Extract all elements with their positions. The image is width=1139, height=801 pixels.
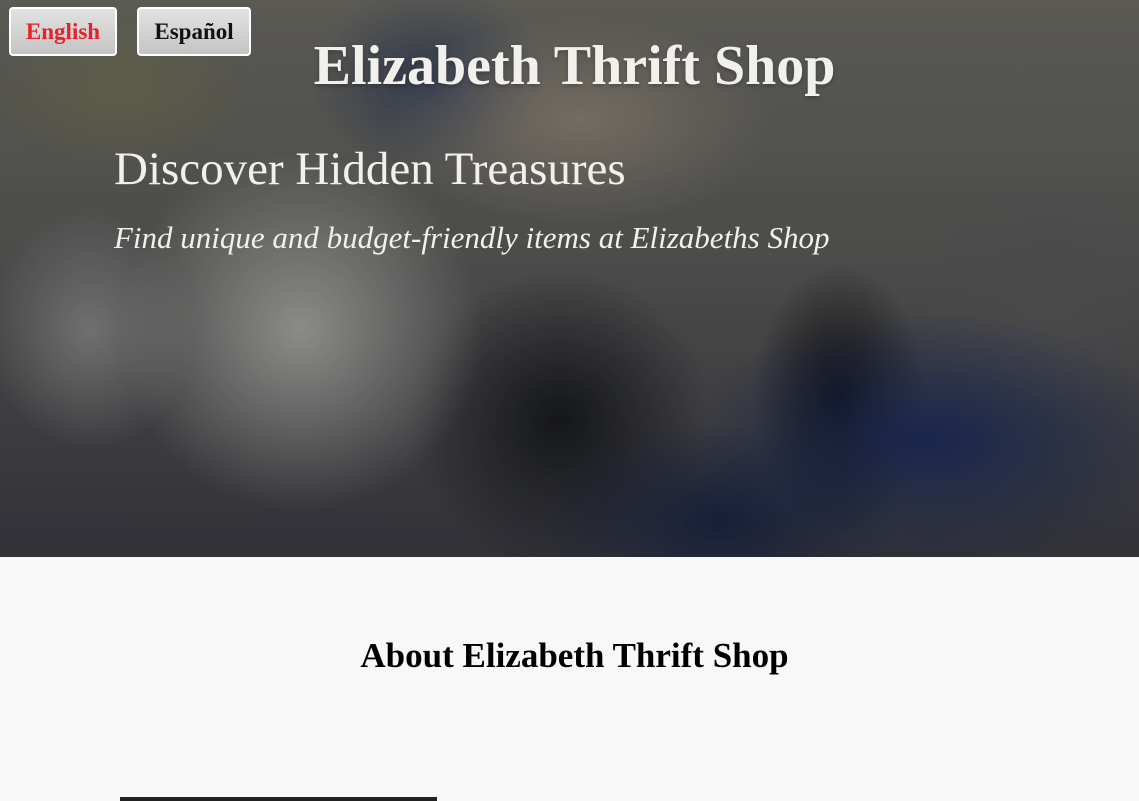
site-title: Elizabeth Thrift Shop xyxy=(313,35,836,97)
hero-subheading: Find unique and budget-friendly items at… xyxy=(114,220,830,255)
hero-section: English Español Elizabeth Thrift Shop Di… xyxy=(0,0,1139,557)
about-title: About Elizabeth Thrift Shop xyxy=(360,636,789,675)
hero-heading: Discover Hidden Treasures xyxy=(114,143,626,195)
partial-content-divider xyxy=(120,797,437,801)
